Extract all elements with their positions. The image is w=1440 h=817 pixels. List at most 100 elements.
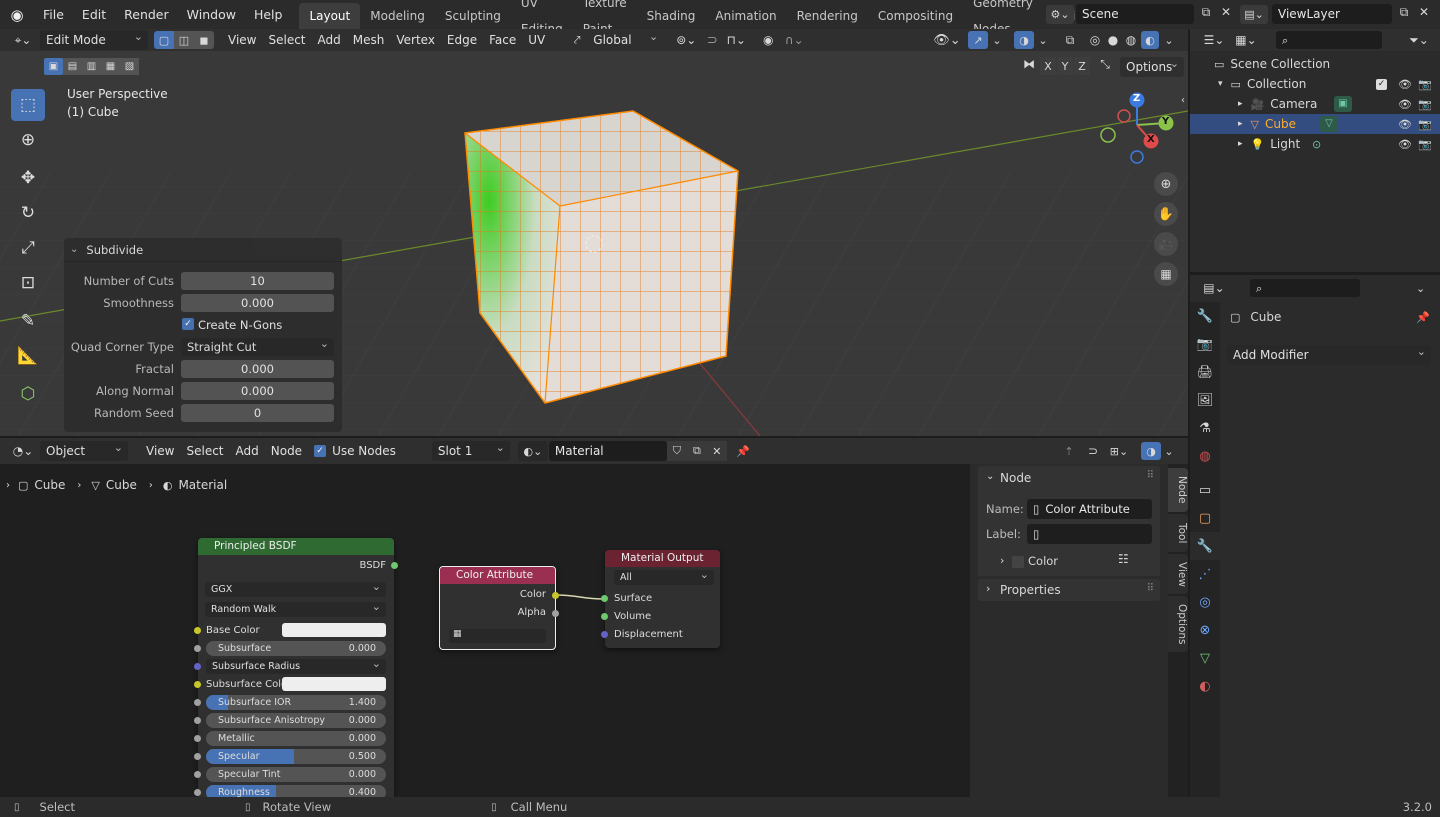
vtab-view[interactable]: View [1168,554,1188,594]
node-menu-add[interactable]: Add [230,441,265,461]
menu-mesh[interactable]: Mesh [347,30,391,50]
constraints-tab-icon[interactable]: ⊗ [1190,616,1220,644]
gizmo-y-label[interactable]: Y [1162,116,1169,127]
outliner-light[interactable]: ▸ 💡 Light ⊙ 👁 📷 [1190,134,1440,154]
vtab-node[interactable]: Node [1168,468,1188,512]
attribute-name-field[interactable]: ▦ [449,629,546,643]
proportional-icon[interactable]: ◉ [757,33,779,47]
render-camera-icon[interactable]: 📷 [1418,98,1432,111]
view-layer-icon[interactable]: ▤⌄ [1240,5,1268,24]
drag-handle-icon[interactable]: ⠿ [1147,583,1154,594]
annotate-icon[interactable]: ✎ [11,305,45,337]
menu-render[interactable]: Render [115,0,178,29]
expand-chevron-icon[interactable]: ▾ [1218,79,1223,89]
expand-chevron-icon[interactable]: › [986,582,990,595]
node-panel-header[interactable]: ⌄ Node ⠿ [978,466,1160,490]
mirror-y-button[interactable]: Y [1057,57,1073,75]
sidebar-toggle-icon[interactable]: ‹ [1178,95,1188,106]
scene-tab-icon[interactable]: ⚗ [1190,414,1220,442]
collapse-chevron-icon[interactable]: ⌄ [986,471,994,482]
camera-view-icon[interactable]: 🎥 [1154,232,1178,256]
seed-field[interactable]: 0 [181,404,334,422]
roughness-socket[interactable] [194,789,201,796]
transform-icon[interactable]: ⊡ [11,267,45,299]
eye-icon[interactable]: 👁 [1398,98,1412,111]
options-dropdown[interactable]: Options [1120,54,1184,77]
tab-rendering[interactable]: Rendering [787,3,868,29]
normal-field[interactable]: 0.000 [181,382,334,400]
material-output-node[interactable]: Material Output All Surface Volume Displ… [601,550,720,648]
subsurface-socket[interactable] [194,645,201,652]
expand-chevron-icon[interactable]: ▸ [1238,139,1243,149]
zoom-icon[interactable]: ⊕ [1154,172,1178,196]
expand-chevron-icon[interactable]: › [1000,554,1004,567]
node-editor-type-icon[interactable]: ◔⌄ [6,444,40,458]
color-attribute-node[interactable]: Color Attribute Color Alpha ▦ [439,566,559,650]
pivot-icon[interactable]: ⊚⌄ [671,33,701,47]
distribution-dropdown[interactable]: GGX [205,579,386,597]
vtab-tool[interactable]: Tool [1168,514,1188,552]
tab-layout[interactable]: Layout [299,3,361,29]
roughness-slider[interactable]: Roughness 0.400 [206,785,386,797]
menu-edge[interactable]: Edge [441,30,483,50]
menu-view[interactable]: View [222,30,262,50]
cuts-field[interactable]: 10 [181,272,334,290]
physics-tab-icon[interactable]: ◎ [1190,588,1220,616]
delete-view-layer-icon[interactable]: ✕ [1414,5,1434,19]
new-scene-icon[interactable]: ⧉ [1196,5,1216,20]
camera-data-icon[interactable]: ▣ [1334,96,1352,112]
measure-icon[interactable]: 📐 [11,340,45,372]
include-checkbox[interactable]: ✓ [1376,78,1387,90]
shading-solid-icon[interactable]: ● [1104,33,1122,47]
material-name-field[interactable]: Material [548,441,667,461]
alpha-output-socket[interactable] [552,610,559,617]
color-presets-icon[interactable]: ☷ [1118,552,1129,566]
use-nodes-checkbox[interactable]: ✓ [314,445,327,457]
material-tab-icon[interactable]: ◐ [1190,672,1220,700]
gizmo-dropdown-icon[interactable]: ⌄ [990,34,1004,47]
menu-select[interactable]: Select [262,30,311,50]
gizmo-icon[interactable]: ↗ [968,31,988,49]
tint-slider[interactable]: Specular Tint 0.000 [206,767,386,782]
filter-icon[interactable]: ⏷⌄ [1406,33,1432,48]
add-modifier-dropdown[interactable]: Add Modifier [1227,342,1431,365]
specular-socket[interactable] [194,753,201,760]
properties-options-icon[interactable]: ⌄ [1416,282,1425,295]
parent-node-tree-icon[interactable]: ⇡ [1060,445,1078,458]
menu-vertex[interactable]: Vertex [390,30,441,50]
shading-wireframe-icon[interactable]: ◎ [1086,33,1104,47]
object-tab-icon[interactable]: ▢ [1190,504,1220,532]
data-tab-icon[interactable]: ▽ [1190,644,1220,672]
render-camera-icon[interactable]: 📷 [1418,78,1432,91]
displacement-socket[interactable] [601,631,608,638]
expand-chevron-icon[interactable]: ▸ [1238,99,1243,109]
select-intersect-icon[interactable]: ▧ [120,58,139,75]
node-mode-dropdown[interactable]: Object [40,438,128,461]
select-extend-icon[interactable]: ▤ [63,58,82,75]
falloff-icon[interactable]: ∩⌄ [779,33,809,47]
cursor-icon[interactable]: ⊕ [11,124,45,156]
tab-shading[interactable]: Shading [637,3,706,29]
radius-socket[interactable] [194,663,201,670]
menu-uv[interactable]: UV [522,30,551,50]
principled-bsdf-node[interactable]: Principled BSDF BSDF GGX Random Walk Bas… [194,538,398,797]
scene-icon[interactable]: ⚙⌄ [1046,5,1074,24]
outliner-scene-collection[interactable]: ▭ Scene Collection [1190,54,1440,74]
smooth-field[interactable]: 0.000 [181,294,334,312]
render-camera-icon[interactable]: 📷 [1418,138,1432,151]
mirror-x-button[interactable]: X [1040,57,1056,75]
orientation-dropdown[interactable]: Global [587,27,663,50]
new-view-layer-icon[interactable]: ⧉ [1394,5,1414,20]
scale-icon[interactable]: ⤢ [11,232,45,264]
eye-icon[interactable]: 👁 [1398,118,1412,131]
mirror-z-button[interactable]: Z [1074,57,1090,75]
sss-color-swatch[interactable] [282,677,386,691]
subdivide-header[interactable]: ⌄ Subdivide [64,238,342,262]
menu-edit[interactable]: Edit [73,0,115,29]
xray-icon[interactable]: ⧉ [1060,33,1080,48]
tab-compositing[interactable]: Compositing [868,3,963,29]
pin-icon[interactable]: 📌 [1416,311,1430,324]
snap-node-target-icon[interactable]: ⊞⌄ [1104,445,1134,458]
subsurface-radius-dropdown[interactable]: Subsurface Radius [206,656,386,674]
overlay-icon[interactable]: ◑ [1014,31,1034,49]
